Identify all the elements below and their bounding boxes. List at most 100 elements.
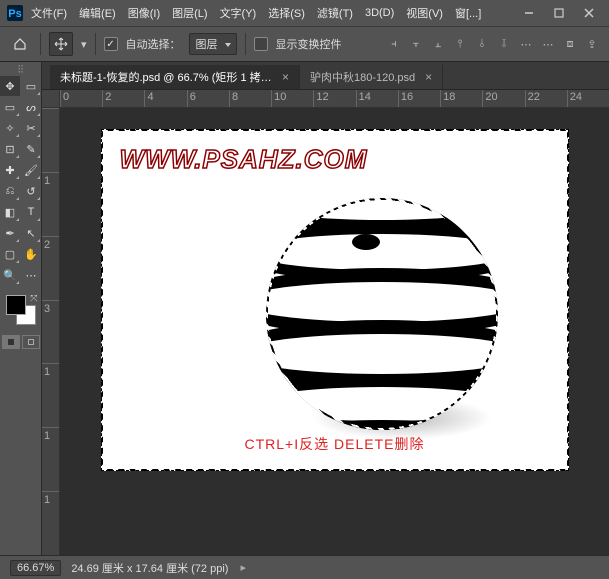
toolbox: ⫶⫶ ✥ ▭ ▭ ᔕ ✧ ✂ ⊡ ✎ ✚ 🖌 ⎌ ↺ ◧ T ✒ ↖ ▢ ✋ 🔍… bbox=[0, 62, 42, 555]
tab-label: 未标题-1-恢复的.psd @ 66.7% (矩形 1 拷贝 8, RGB/8#… bbox=[60, 69, 272, 85]
menu-file[interactable]: 文件(F) bbox=[26, 2, 72, 24]
watermark-text: WWW.PSAHZ.COM bbox=[120, 144, 368, 175]
auto-select-checkbox[interactable] bbox=[104, 37, 118, 51]
align-center-v-icon[interactable]: ⫰ bbox=[473, 35, 491, 53]
divider bbox=[40, 33, 41, 55]
artboard[interactable]: WWW.PSAHZ.COM bbox=[102, 130, 568, 470]
canvas-viewport[interactable]: WWW.PSAHZ.COM bbox=[60, 108, 609, 555]
quickmask-mode-icon[interactable] bbox=[22, 335, 40, 349]
tab-close-icon[interactable]: × bbox=[425, 70, 432, 84]
ruler-tick: 14 bbox=[356, 90, 398, 107]
ruler-tick: 1 bbox=[42, 172, 59, 236]
striped-sphere-graphic bbox=[266, 198, 498, 430]
tool-preset-chevron-icon[interactable]: ▾ bbox=[81, 38, 87, 51]
hand-tool[interactable]: ✋ bbox=[21, 244, 41, 264]
tab-close-icon[interactable]: × bbox=[282, 70, 289, 84]
ruler-tick: 1 bbox=[42, 427, 59, 491]
ruler-tick: 2 bbox=[42, 236, 59, 300]
ruler-vertical[interactable]: 123111 bbox=[42, 108, 60, 555]
zoom-tool[interactable]: 🔍 bbox=[0, 265, 20, 285]
show-transform-checkbox[interactable] bbox=[254, 37, 268, 51]
align-center-h-icon[interactable]: ⫟ bbox=[407, 35, 425, 53]
3d-mode-icon[interactable]: ⧈ bbox=[561, 35, 579, 53]
ps-logo-icon: Ps bbox=[6, 4, 24, 22]
menu-filter[interactable]: 滤镜(T) bbox=[312, 2, 358, 24]
align-right-icon[interactable]: ⫠ bbox=[429, 35, 447, 53]
document-tabs: 未标题-1-恢复的.psd @ 66.7% (矩形 1 拷贝 8, RGB/8#… bbox=[42, 62, 609, 90]
document-dimensions: 24.69 厘米 x 17.64 厘米 (72 ppi) bbox=[71, 560, 228, 576]
auto-select-label: 自动选择： bbox=[126, 36, 181, 52]
swap-colors-icon[interactable]: ⤧ bbox=[30, 293, 37, 304]
ruler-origin[interactable] bbox=[42, 90, 60, 108]
ruler-tick: 0 bbox=[60, 90, 102, 107]
menu-select[interactable]: 选择(S) bbox=[263, 2, 310, 24]
ruler-horizontal[interactable]: 024681012141618202224 bbox=[60, 90, 609, 108]
crop-tool[interactable]: ✂ bbox=[21, 118, 41, 138]
type-tool[interactable]: T bbox=[21, 202, 41, 222]
eyedropper-tool[interactable]: ✎ bbox=[21, 139, 41, 159]
artboard-tool[interactable]: ▭ bbox=[21, 76, 41, 96]
align-left-icon[interactable]: ⫞ bbox=[385, 35, 403, 53]
menu-view[interactable]: 视图(V) bbox=[401, 2, 448, 24]
home-icon[interactable] bbox=[8, 32, 32, 56]
status-menu-chevron-icon[interactable]: ▸ bbox=[240, 561, 246, 574]
ruler-tick: 3 bbox=[42, 300, 59, 364]
tab-active[interactable]: 未标题-1-恢复的.psd @ 66.7% (矩形 1 拷贝 8, RGB/8#… bbox=[50, 65, 300, 89]
align-bottom-icon[interactable]: ⫱ bbox=[495, 35, 513, 53]
ruler-tick: 20 bbox=[482, 90, 524, 107]
lasso-tool[interactable]: ᔕ bbox=[21, 97, 41, 117]
frame-tool[interactable]: ⊡ bbox=[0, 139, 20, 159]
show-transform-label: 显示变换控件 bbox=[276, 36, 342, 52]
brush-tool[interactable]: 🖌 bbox=[21, 160, 41, 180]
status-bar: 66.67% 24.69 厘米 x 17.64 厘米 (72 ppi) ▸ bbox=[0, 555, 609, 579]
move-tool-indicator-icon[interactable] bbox=[49, 32, 73, 56]
ruler-tick: 12 bbox=[313, 90, 355, 107]
align-top-icon[interactable]: ⫯ bbox=[451, 35, 469, 53]
ruler-tick: 1 bbox=[42, 491, 59, 555]
tab-inactive[interactable]: 驴肉中秋180-120.psd × bbox=[300, 65, 443, 89]
distribute-icon[interactable]: ⋯ bbox=[517, 35, 535, 53]
divider bbox=[245, 33, 246, 55]
canvas-area: 024681012141618202224 123111 WWW.PSAHZ.C… bbox=[42, 90, 609, 555]
stamp-tool[interactable]: ⎌ bbox=[0, 181, 20, 201]
quick-select-tool[interactable]: ✧ bbox=[0, 118, 20, 138]
maximize-icon[interactable] bbox=[545, 3, 573, 23]
move-tool[interactable]: ✥ bbox=[0, 76, 20, 96]
menu-3d[interactable]: 3D(D) bbox=[360, 4, 399, 22]
auto-select-target-dropdown[interactable]: 图层 bbox=[189, 33, 237, 55]
ruler-tick bbox=[42, 108, 59, 172]
ruler-tick: 10 bbox=[271, 90, 313, 107]
edit-toolbar[interactable]: ⋯ bbox=[21, 265, 41, 285]
zoom-input[interactable]: 66.67% bbox=[10, 560, 61, 576]
ruler-tick: 24 bbox=[567, 90, 609, 107]
ruler-tick: 4 bbox=[144, 90, 186, 107]
menu-window[interactable]: 窗[...] bbox=[450, 2, 486, 24]
divider bbox=[95, 33, 96, 55]
menu-layer[interactable]: 图层(L) bbox=[167, 2, 212, 24]
foreground-swatch[interactable] bbox=[6, 295, 26, 315]
shape-tool[interactable]: ▢ bbox=[0, 244, 20, 264]
standard-mode-icon[interactable] bbox=[2, 335, 20, 349]
minimize-icon[interactable] bbox=[515, 3, 543, 23]
options-bar: ▾ 自动选择： 图层 显示变换控件 ⫞ ⫟ ⫠ ⫯ ⫰ ⫱ ⋯ ⋯ ⧈ ⇪ bbox=[0, 26, 609, 62]
eraser-tool[interactable]: ◧ bbox=[0, 202, 20, 222]
healing-tool[interactable]: ✚ bbox=[0, 160, 20, 180]
instruction-caption: CTRL+I反选 DELETE删除 bbox=[102, 434, 568, 454]
share-icon[interactable]: ⇪ bbox=[583, 35, 601, 53]
ruler-tick: 6 bbox=[187, 90, 229, 107]
history-brush-tool[interactable]: ↺ bbox=[21, 181, 41, 201]
ruler-tick: 8 bbox=[229, 90, 271, 107]
more-options-icon[interactable]: ⋯ bbox=[539, 35, 557, 53]
ruler-tick: 16 bbox=[398, 90, 440, 107]
marquee-tool[interactable]: ▭ bbox=[0, 97, 20, 117]
svg-text:Ps: Ps bbox=[8, 8, 21, 20]
menu-edit[interactable]: 编辑(E) bbox=[74, 2, 121, 24]
toolbox-grip-icon[interactable]: ⫶⫶ bbox=[0, 64, 41, 74]
color-swatches[interactable]: ⤧ bbox=[4, 293, 38, 327]
menu-type[interactable]: 文字(Y) bbox=[215, 2, 262, 24]
pen-tool[interactable]: ✒ bbox=[0, 223, 20, 243]
close-icon[interactable] bbox=[575, 3, 603, 23]
path-select-tool[interactable]: ↖ bbox=[21, 223, 41, 243]
menu-image[interactable]: 图像(I) bbox=[123, 2, 165, 24]
titlebar: Ps 文件(F) 编辑(E) 图像(I) 图层(L) 文字(Y) 选择(S) 滤… bbox=[0, 0, 609, 26]
